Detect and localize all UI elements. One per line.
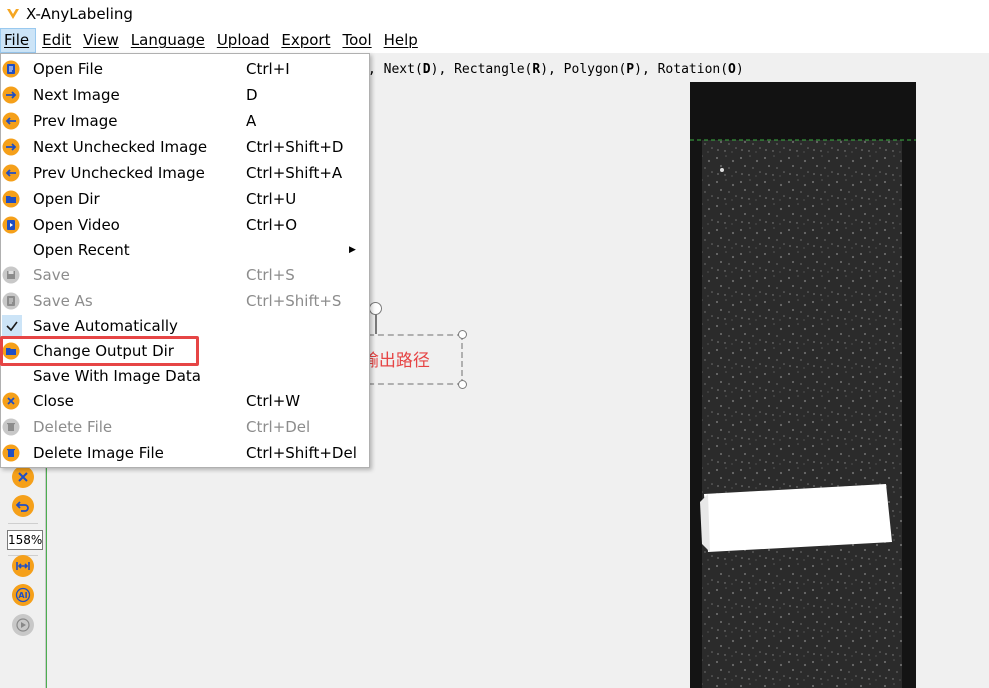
menu-file[interactable]: File — [0, 28, 37, 53]
arrow-left-icon — [2, 164, 20, 182]
menu-item-next-image[interactable]: Next Image D — [1, 82, 369, 108]
trash-icon — [2, 444, 20, 462]
menu-language[interactable]: Language — [125, 28, 211, 53]
undo-button[interactable] — [12, 495, 34, 517]
resize-handle-bottom-right[interactable] — [458, 380, 467, 389]
toolbar-separator — [8, 523, 38, 524]
menu-item-delete-file[interactable]: Delete File Ctrl+Del — [1, 414, 369, 440]
auto-labeling-button[interactable]: AI — [12, 584, 34, 606]
app-title: X-AnyLabeling — [26, 5, 133, 23]
run-button[interactable] — [12, 614, 34, 636]
close-icon — [18, 472, 28, 482]
left-toolbar: 158% AI — [0, 460, 46, 688]
menu-upload[interactable]: Upload — [211, 28, 276, 53]
arrow-right-icon — [2, 86, 20, 104]
video-file-icon — [2, 216, 20, 234]
delete-icon — [2, 418, 20, 436]
submenu-arrow-icon: ▶ — [349, 245, 356, 255]
menu-help[interactable]: Help — [378, 28, 424, 53]
menu-item-save-as[interactable]: Save As Ctrl+Shift+S — [1, 288, 369, 314]
delete-shape-button[interactable] — [12, 466, 34, 488]
save-as-icon — [2, 292, 20, 310]
menu-item-open-dir[interactable]: Open Dir Ctrl+U — [1, 186, 369, 212]
menu-item-close[interactable]: Close Ctrl+W — [1, 388, 369, 414]
menu-item-open-recent[interactable]: Open Recent ▶ — [1, 237, 369, 263]
folder-icon — [2, 190, 20, 208]
play-icon — [16, 618, 30, 632]
menu-bar: File Edit View Language Upload Export To… — [0, 28, 989, 53]
close-icon — [2, 392, 20, 410]
arrow-left-icon — [2, 112, 20, 130]
labeling-image[interactable] — [690, 82, 916, 688]
svg-text:AI: AI — [18, 591, 27, 600]
menu-tool[interactable]: Tool — [336, 28, 377, 53]
menu-item-save[interactable]: Save Ctrl+S — [1, 262, 369, 288]
zoom-level-input[interactable]: 158% — [7, 530, 43, 550]
menu-item-open-video[interactable]: Open Video Ctrl+O — [1, 212, 369, 238]
open-file-icon — [2, 60, 20, 78]
menu-item-delete-image-file[interactable]: Delete Image File Ctrl+Shift+Del — [1, 440, 369, 466]
checkmark-icon — [2, 315, 22, 337]
menu-view[interactable]: View — [77, 28, 125, 53]
menu-item-prev-image[interactable]: Prev Image A — [1, 108, 369, 134]
menu-item-next-unchecked-image[interactable]: Next Unchecked Image Ctrl+Shift+D — [1, 134, 369, 160]
ai-icon: AI — [15, 587, 31, 603]
highlight-box — [0, 336, 199, 366]
menu-export[interactable]: Export — [275, 28, 336, 53]
fit-width-icon — [16, 562, 30, 570]
save-icon — [2, 266, 20, 284]
menu-item-open-file[interactable]: Open File Ctrl+I — [1, 56, 369, 82]
arrow-right-icon — [2, 138, 20, 156]
menu-edit[interactable]: Edit — [36, 28, 77, 53]
resize-handle-top-right[interactable] — [458, 330, 467, 339]
title-bar: X-AnyLabeling — [0, 0, 989, 28]
menu-item-prev-unchecked-image[interactable]: Prev Unchecked Image Ctrl+Shift+A — [1, 160, 369, 186]
shortcut-hint-bar: , Next(D), Rectangle(R), Polygon(P), Rot… — [368, 62, 744, 77]
app-logo-icon — [7, 9, 19, 19]
fit-width-button[interactable] — [12, 555, 34, 577]
undo-icon — [16, 501, 29, 512]
rotation-handle-line — [375, 314, 377, 334]
file-menu-dropdown: Open File Ctrl+I Next Image D Prev Image… — [0, 53, 370, 468]
menu-item-save-with-image-data[interactable]: Save With Image Data — [1, 363, 369, 389]
